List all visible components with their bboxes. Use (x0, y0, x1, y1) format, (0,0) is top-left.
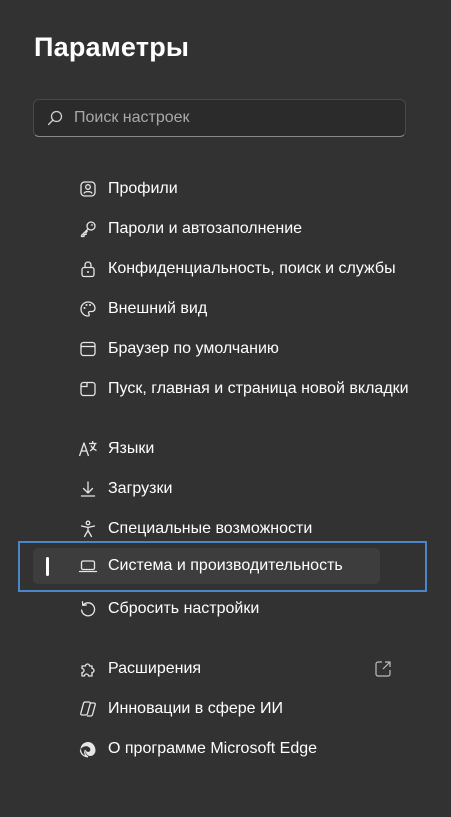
sidebar-item-about-edge[interactable]: О программе Microsoft Edge (33, 731, 380, 767)
laptop-icon (78, 556, 98, 576)
download-icon (78, 479, 98, 499)
sidebar-item-ai-innovations[interactable]: Инновации в сфере ИИ (33, 691, 380, 727)
external-link-icon[interactable] (373, 659, 393, 679)
sidebar-item-label: Система и производительность (108, 557, 343, 574)
sidebar-item-privacy[interactable]: Конфиденциальность, поиск и службы (33, 251, 396, 287)
sidebar-item-appearance[interactable]: Внешний вид (33, 291, 380, 327)
profile-icon (78, 179, 98, 199)
sidebar-item-label: Браузер по умолчанию (108, 340, 279, 357)
edge-logo-icon (78, 739, 98, 759)
accessibility-icon (78, 519, 98, 539)
sidebar-item-downloads[interactable]: Загрузки (33, 471, 380, 507)
sidebar-item-default-browser[interactable]: Браузер по умолчанию (33, 331, 380, 367)
language-icon (78, 439, 98, 459)
sidebar-item-label: Внешний вид (108, 300, 208, 317)
sidebar-item-languages[interactable]: Языки (33, 431, 380, 467)
sidebar-item-profiles[interactable]: Профили (33, 171, 380, 207)
selection-indicator (46, 557, 49, 576)
sidebar-item-label: Расширения (108, 660, 202, 677)
search-icon (46, 109, 64, 127)
palette-icon (78, 299, 98, 319)
sidebar-item-extensions[interactable]: Расширения (33, 651, 380, 687)
new-tab-icon (78, 379, 98, 399)
settings-page: Параметры Профили Пароли и автозаполнени… (0, 0, 451, 817)
lock-icon (78, 259, 98, 279)
sidebar-item-passwords[interactable]: Пароли и автозаполнение (33, 211, 380, 247)
sidebar-item-label: Конфиденциальность, поиск и службы (108, 260, 396, 277)
sidebar-item-label: О программе Microsoft Edge (108, 740, 318, 757)
page-title: Параметры (34, 32, 190, 62)
puzzle-icon (78, 659, 98, 679)
sidebar-item-label: Пуск, главная и страница новой вкладки (108, 380, 409, 397)
search-box[interactable] (33, 99, 406, 137)
search-input[interactable] (74, 109, 374, 127)
sidebar-item-start-home-newtab[interactable]: Пуск, главная и страница новой вкладки (33, 371, 409, 407)
sidebar-item-label: Сбросить настройки (108, 600, 260, 617)
sidebar-item-label: Загрузки (108, 480, 173, 497)
sidebar-item-label: Пароли и автозаполнение (108, 220, 303, 237)
sidebar-item-system-performance[interactable]: Система и производительность (33, 548, 380, 584)
key-icon (78, 219, 98, 239)
sidebar-item-label: Языки (108, 440, 155, 457)
reset-icon (78, 599, 98, 619)
sidebar-item-accessibility[interactable]: Специальные возможности (33, 511, 380, 547)
copilot-icon (78, 699, 98, 719)
sidebar-item-label: Инновации в сфере ИИ (108, 700, 284, 717)
sidebar-item-reset-settings[interactable]: Сбросить настройки (33, 591, 380, 627)
sidebar-item-label: Специальные возможности (108, 520, 313, 537)
sidebar-item-label: Профили (108, 180, 178, 197)
browser-window-icon (78, 339, 98, 359)
